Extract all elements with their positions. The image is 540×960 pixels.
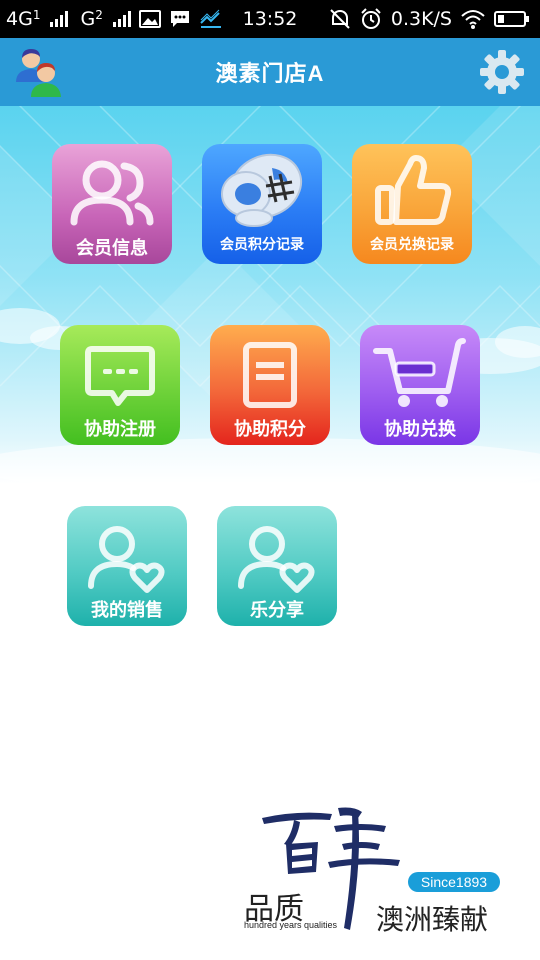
tile-assist-register[interactable]: 协助注册	[60, 325, 180, 445]
tile-member-redeem-record[interactable]: 会员兑换记录	[352, 144, 472, 264]
tile-happy-share[interactable]: 乐分享	[217, 506, 337, 626]
tile-label: 协助注册	[84, 419, 156, 440]
mute-icon	[329, 8, 351, 30]
quality-subtitle: hundred years qualities	[244, 920, 338, 930]
status-bar: 4G1 G2 13:52 0.3K/S	[0, 0, 540, 38]
tile-label: 会员积分记录	[220, 237, 304, 253]
network-speed: 0.3K/S	[390, 8, 452, 30]
page-title: 澳素门店A	[215, 61, 325, 86]
app-header: 澳素门店A	[0, 38, 540, 106]
tile-label: 协助兑换	[384, 419, 456, 440]
battery-icon	[494, 10, 530, 28]
tile-member-points-record[interactable]: 会员积分记录	[202, 144, 322, 264]
tile-member-info[interactable]: 会员信息	[52, 144, 172, 264]
gear-icon[interactable]	[478, 48, 526, 96]
tile-label: 协助积分	[234, 419, 306, 440]
users-icon[interactable]	[14, 46, 64, 98]
tile-label: 会员兑换记录	[370, 237, 454, 253]
tile-label: 乐分享	[250, 600, 304, 621]
users-outline-icon	[70, 160, 154, 226]
user-heart-icon	[238, 526, 315, 593]
tile-assist-points[interactable]: 协助积分	[210, 325, 330, 445]
brand-name: 澳洲臻献	[376, 903, 489, 936]
tile-label: 会员信息	[76, 238, 148, 259]
alarm-icon	[359, 7, 383, 31]
document-icon	[243, 342, 297, 408]
since-badge: Since1893	[408, 872, 500, 892]
wifi-icon	[460, 8, 486, 30]
chat-bubble-icon	[85, 346, 155, 406]
brand-logo: Since1893 品质 hundred years qualities 澳洲臻…	[240, 800, 520, 940]
user-heart-icon	[88, 526, 165, 593]
tile-assist-redeem[interactable]: 协助兑换	[360, 325, 480, 445]
thumbs-up-icon	[375, 155, 452, 225]
cart-icon	[373, 338, 466, 407]
coins-icon	[221, 153, 303, 227]
tile-label: 我的销售	[91, 600, 163, 621]
tile-my-sales[interactable]: 我的销售	[67, 506, 187, 626]
